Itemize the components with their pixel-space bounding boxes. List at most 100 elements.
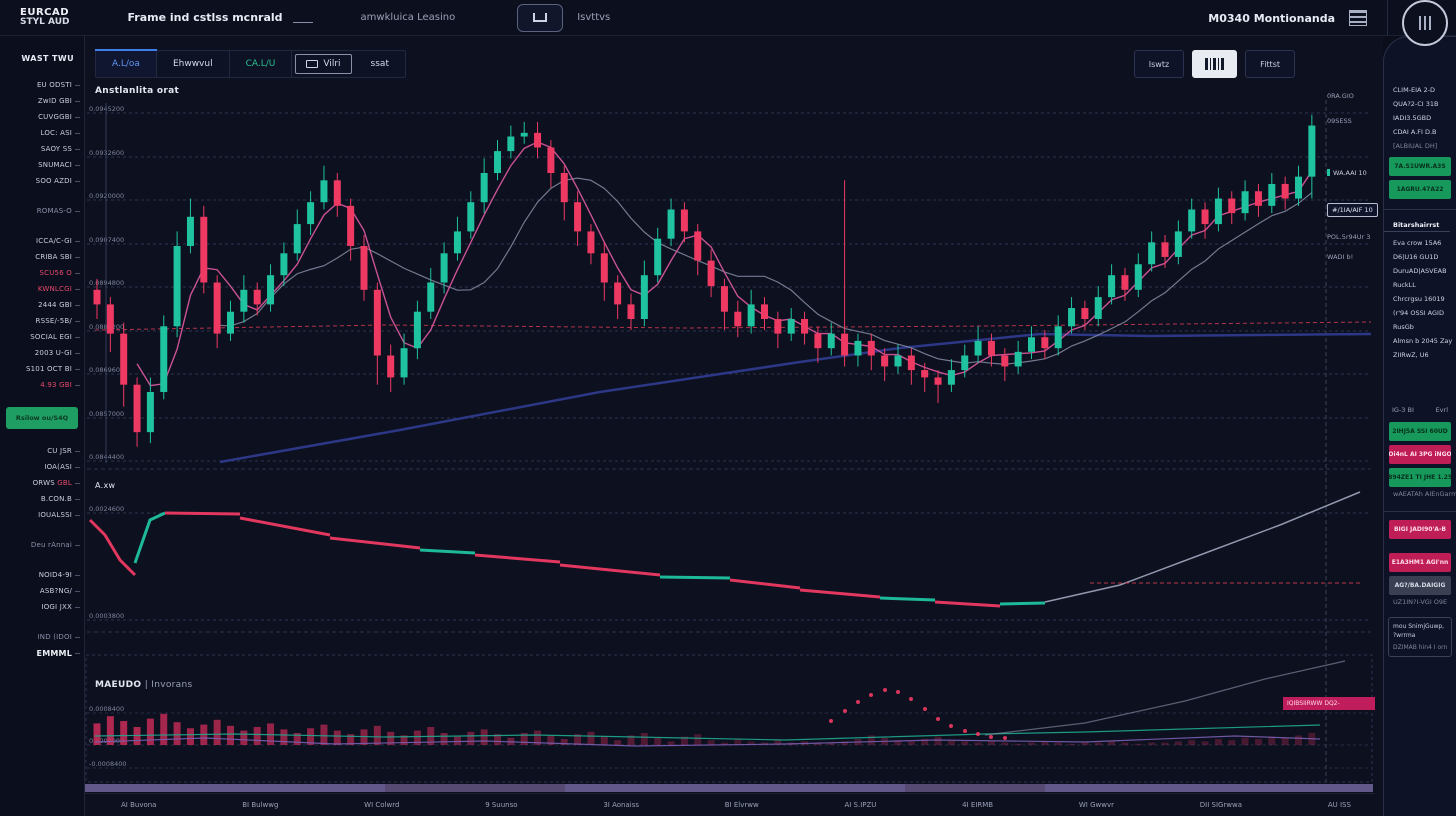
trading-terminal: EURCAD STYL AUD Frame ind cstlss mcnrald… — [0, 0, 1456, 816]
app-logo[interactable]: EURCAD STYL AUD — [20, 8, 69, 28]
logo-line2: STYL AUD — [20, 18, 69, 27]
watchlist-item[interactable]: RSSE/-5B/ — [0, 313, 84, 329]
chart-column: A.L/oa Ehwwvul CA.L/U Vilri ssat Iswtz F… — [85, 36, 1383, 816]
time-axis-label: DII SIGrwwa — [1200, 801, 1242, 809]
panel-button-green[interactable]: 2IHJ5A SSI 60UD — [1389, 422, 1451, 441]
spacer — [1384, 539, 1456, 549]
panel-text: RusGb — [1384, 320, 1456, 334]
panel-text: [ALBIUAL DH] — [1384, 139, 1456, 153]
watchlist-item[interactable]: IOA(ASI — [0, 459, 84, 475]
panel-divider — [1384, 209, 1456, 210]
price-label: #/1IA/AIF 10 — [1327, 203, 1378, 217]
tab-5[interactable]: ssat — [355, 51, 405, 77]
watchlist-header: WAST TWU — [0, 54, 84, 63]
time-axis-label: AI S.IPZU — [844, 801, 876, 809]
svg-text:0.0907400: 0.0907400 — [89, 236, 124, 244]
toolbar-barcode-button[interactable] — [1192, 50, 1237, 78]
top-bar: EURCAD STYL AUD Frame ind cstlss mcnrald… — [0, 0, 1456, 36]
avatar[interactable] — [1402, 0, 1448, 46]
account-name[interactable]: M0340 Montionanda — [1208, 12, 1335, 25]
watchlist-item[interactable]: 2444 GBI — [0, 297, 84, 313]
watchlist-item[interactable]: IOGI JXX — [0, 599, 84, 615]
chart-canvas[interactable]: 0.09452000.09326000.09200000.09074000.08… — [85, 85, 1375, 793]
svg-text:0.0894800: 0.0894800 — [89, 279, 124, 287]
panel-text: CLIM-EIA 2-D — [1384, 83, 1456, 97]
price-label: POL.5r94Ur 3 — [1327, 233, 1370, 241]
watchlist-item[interactable]: NOID4-9I — [0, 567, 84, 583]
watchlist-item[interactable]: IND (IDOI — [0, 629, 84, 645]
watchlist-item[interactable]: SNUMACI — [0, 157, 84, 173]
watchlist-item[interactable]: CU JSR — [0, 443, 84, 459]
watchlist-action-button[interactable]: Rsilow ou/S4Q — [6, 407, 78, 429]
nav-item-secondary[interactable]: amwkluica Leasino — [361, 12, 456, 23]
watchlist-item[interactable]: 4.93 GBI — [0, 377, 84, 393]
watchlist-item[interactable]: EMMML — [0, 645, 84, 661]
time-axis-label: WI Gwwvr — [1079, 801, 1114, 809]
time-axis-label: AU ISS — [1328, 801, 1351, 809]
toolbar-right-button[interactable]: Fittst — [1245, 50, 1295, 78]
tool-label[interactable]: Isvttvs — [577, 12, 610, 23]
tab-1[interactable]: A.L/oa — [96, 51, 157, 77]
panel-text: (r'94 OSSI AGID — [1384, 306, 1456, 320]
panel-button-crimson[interactable]: Oi4nL AI 3PG iNGO — [1389, 445, 1451, 464]
time-axis-label: WI Colwrd — [364, 801, 399, 809]
watchlist-item[interactable]: ICCA/C-GI — [0, 233, 84, 249]
watchlist-item[interactable]: LOC: ASI — [0, 125, 84, 141]
panel-button-green[interactable]: 7A.S1UWR.A3S — [1389, 157, 1451, 176]
watchlist-item[interactable]: 2003 U-GI — [0, 345, 84, 361]
chart-title: Anstlanlita orat — [95, 86, 179, 96]
tab-4[interactable]: Vilri — [295, 54, 351, 74]
price-label: WADI b! — [1327, 253, 1353, 261]
watchlist-item[interactable]: SOO AZDI — [0, 173, 84, 189]
panel-button-green[interactable]: B94ZE1 TI JHE 1.25 — [1389, 468, 1451, 487]
panel-text: RuckLL — [1384, 278, 1456, 292]
watchlist-item[interactable]: SAOY SS — [0, 141, 84, 157]
price-label: 09SESS — [1327, 117, 1352, 125]
watchlist-item[interactable]: ASB?NG/ — [0, 583, 84, 599]
account-grid-icon[interactable] — [1349, 10, 1367, 26]
watchlist-item[interactable]: CUVGGBI — [0, 109, 84, 125]
watchlist-item[interactable]: ORWS GBL — [0, 475, 84, 491]
svg-text:0.0869600: 0.0869600 — [89, 366, 124, 374]
panel-button-crimson[interactable]: BIGI JADI90'A-B — [1389, 520, 1451, 539]
watchlist-item[interactable]: S101 OCT BI — [0, 361, 84, 377]
panel-button-gray[interactable]: AG?/BA.DAIGIG — [1389, 576, 1451, 595]
watchlist-item[interactable]: CRIBA SBI — [0, 249, 84, 265]
time-axis-label: 3I Aonaiss — [603, 801, 639, 809]
mode-toggle-button[interactable] — [517, 4, 563, 32]
watchlist-item[interactable]: B.CON.B — [0, 491, 84, 507]
panel-section-header: Bitarshairrst — [1384, 218, 1450, 232]
tab-2[interactable]: Ehwwvul — [157, 51, 230, 77]
tab-3[interactable]: CA.L/U — [230, 51, 293, 77]
nav-input-underline[interactable] — [293, 13, 313, 23]
macd-value-tag: IQIBSIIRWW DQ2- — [1283, 697, 1375, 710]
watchlist-item[interactable]: EU ODSTI — [0, 77, 84, 93]
watchlist-item[interactable]: ZwID GBI — [0, 93, 84, 109]
panel-note-box[interactable]: mou SnimjGuwp,?wrrmaDZIMAB hin4 I orn — [1388, 617, 1452, 657]
panel-button-green[interactable]: 1AGRU.47A22 — [1389, 180, 1451, 199]
camera-icon — [306, 60, 318, 68]
time-axis-label: 4I EIRMB — [962, 801, 993, 809]
watchlist-item[interactable]: IOUALSSI — [0, 507, 84, 523]
watchlist-item[interactable]: KWNLCGI — [0, 281, 84, 297]
watchlist-item[interactable]: SCU56 O — [0, 265, 84, 281]
watchlist-item[interactable]: SOCIAL EGI — [0, 329, 84, 345]
panel-text: QUA?2-CI 31B — [1384, 97, 1456, 111]
panel-text: wAEATAh AIEnGarmen — [1384, 487, 1456, 501]
svg-text:0.0857000: 0.0857000 — [89, 410, 124, 418]
panel-button-crimson[interactable]: E1A3HM1 AGI'nn — [1389, 553, 1451, 572]
panel-text: Eva crow 15A6 — [1384, 236, 1456, 250]
watchlist-item[interactable]: Deu rAnnai — [0, 537, 84, 553]
panel-text: IADI3.5GBD — [1384, 111, 1456, 125]
price-label: 0RA.GIO — [1327, 92, 1354, 100]
chart-tabs: A.L/oa Ehwwvul CA.L/U Vilri ssat — [95, 50, 406, 78]
panel-text: Almsn b 2045 Zay — [1384, 334, 1456, 348]
panel-small-row: IG-3 BIEvrl — [1384, 402, 1456, 418]
svg-text:0.0003800: 0.0003800 — [89, 612, 124, 620]
order-panel: CLIM-EIA 2-DQUA?2-CI 31BIADI3.5GBDCDAI A… — [1383, 36, 1456, 816]
watchlist-item[interactable]: ROMAS-O — [0, 203, 84, 219]
nav-item-primary[interactable]: Frame ind cstlss mcnrald — [127, 11, 282, 24]
toolbar-left-button[interactable]: Iswtz — [1134, 50, 1184, 78]
svg-text:0.0024600: 0.0024600 — [89, 505, 124, 513]
chart-area[interactable]: 0.09452000.09326000.09200000.09074000.08… — [85, 85, 1375, 793]
